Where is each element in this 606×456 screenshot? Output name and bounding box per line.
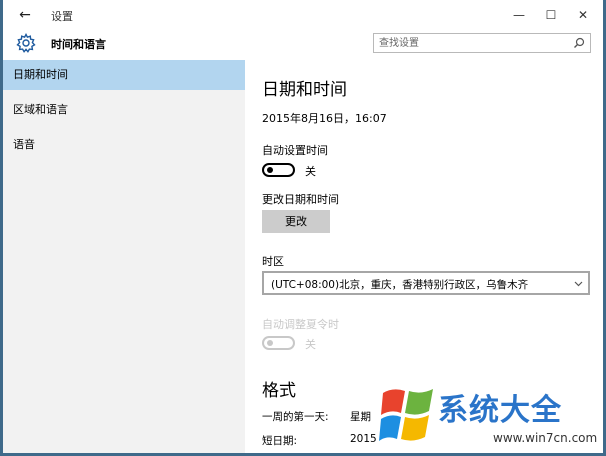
first-day-label: 一周的第一天: xyxy=(262,411,329,423)
sidebar-item-date-time[interactable]: 日期和时间 xyxy=(3,60,245,90)
search-input[interactable] xyxy=(379,35,564,51)
sidebar: 日期和时间 区域和语言 语音 xyxy=(3,60,245,453)
short-date-value: 2015 xyxy=(350,433,377,445)
section-title-date-time: 日期和时间 xyxy=(262,80,347,100)
auto-dst-label: 自动调整夏令时 xyxy=(262,318,339,331)
title-bar: ← 设置 — ☐ ✕ xyxy=(3,0,603,30)
timezone-value: (UTC+08:00)北京，重庆，香港特别行政区，乌鲁木齐 xyxy=(271,279,529,291)
timezone-label: 时区 xyxy=(262,255,284,268)
first-day-value: 星期 xyxy=(350,411,371,423)
close-button[interactable]: ✕ xyxy=(567,0,599,30)
toggle-knob xyxy=(267,167,273,173)
toggle-knob xyxy=(267,340,273,346)
auto-dst-toggle[interactable] xyxy=(262,336,295,350)
watermark-url: www.win7cn.com xyxy=(493,431,598,445)
windows-logo-icon xyxy=(379,389,433,441)
window-title: 设置 xyxy=(51,10,73,23)
page-title: 时间和语言 xyxy=(51,38,106,51)
auto-time-toggle[interactable] xyxy=(262,163,295,177)
search-icon[interactable] xyxy=(573,37,585,49)
page-header: 时间和语言 xyxy=(3,30,603,60)
maximize-button[interactable]: ☐ xyxy=(535,0,567,30)
current-datetime: 2015年8月16日，16:07 xyxy=(262,112,387,125)
section-title-formats: 格式 xyxy=(262,381,296,401)
search-box[interactable] xyxy=(373,33,591,53)
watermark: 系统大全 www.win7cn.com xyxy=(375,375,606,456)
minimize-button[interactable]: — xyxy=(503,0,535,30)
short-date-label: 短日期: xyxy=(262,435,298,447)
auto-time-label: 自动设置时间 xyxy=(262,144,328,157)
watermark-title: 系统大全 xyxy=(438,393,562,428)
auto-dst-state: 关 xyxy=(305,338,316,351)
change-button[interactable]: 更改 xyxy=(262,210,330,233)
sidebar-item-region-language[interactable]: 区域和语言 xyxy=(3,95,245,125)
gear-icon xyxy=(16,33,36,53)
chevron-down-icon xyxy=(574,281,583,287)
sidebar-item-speech[interactable]: 语音 xyxy=(3,130,245,160)
change-date-time-label: 更改日期和时间 xyxy=(262,193,339,206)
back-button[interactable]: ← xyxy=(16,6,34,24)
auto-time-state: 关 xyxy=(305,165,316,178)
timezone-dropdown[interactable]: (UTC+08:00)北京，重庆，香港特别行政区，乌鲁木齐 xyxy=(262,271,590,295)
